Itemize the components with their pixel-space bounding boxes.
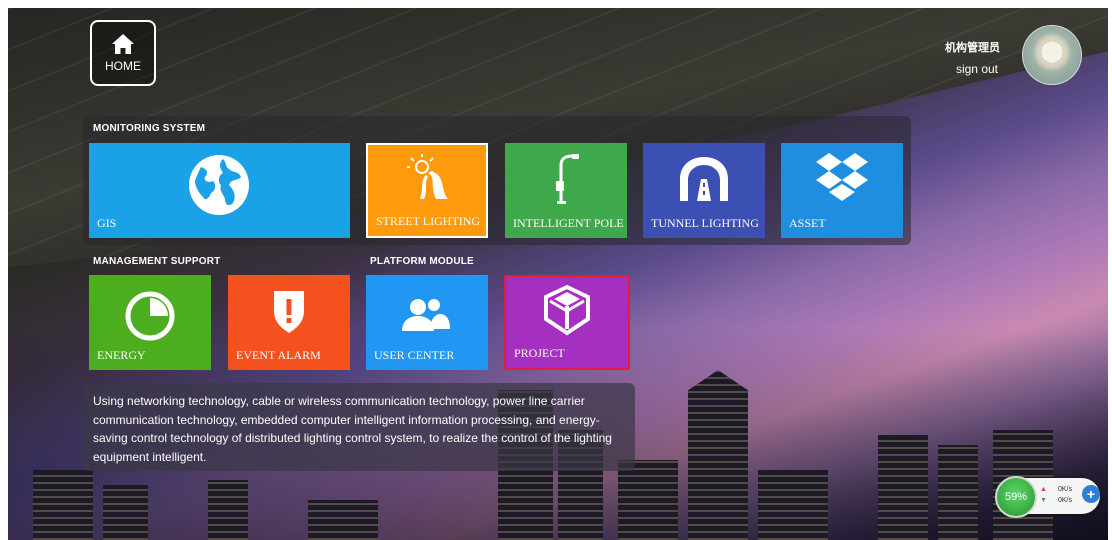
tunnel-icon [680, 157, 728, 201]
globe-icon [189, 155, 249, 215]
upload-arrow-icon: ▲ [1040, 486, 1047, 493]
user-name: 机构管理员 [945, 42, 1000, 54]
tile-project[interactable]: PROJECT [504, 275, 630, 370]
tile-energy[interactable]: ENERGY [89, 275, 211, 370]
avatar[interactable] [1022, 25, 1082, 85]
users-icon [402, 297, 450, 331]
tile-intelligent-pole-label: INTELLIGENT POLE [513, 216, 624, 230]
smart-pole-icon [556, 154, 579, 204]
tile-gis-label: GIS [97, 216, 117, 230]
dropbox-asset-icon [816, 153, 868, 201]
sign-out-link[interactable]: sign out [930, 62, 998, 76]
tile-street-lighting[interactable]: STREET LIGHTING [366, 143, 488, 238]
tile-intelligent-pole[interactable]: INTELLIGENT POLE [505, 143, 627, 238]
download-rate: 0K/s [1058, 497, 1073, 504]
upload-rate: 0K/s [1058, 486, 1073, 493]
house-icon [112, 34, 134, 54]
network-speed-widget[interactable]: 59% ▲ 0K/s ▼ 0K/s + [995, 476, 1100, 518]
street-lamp-road-icon [407, 154, 448, 199]
home-label: HOME [105, 59, 141, 73]
tile-project-label: PROJECT [514, 346, 565, 360]
platform-section-title: PLATFORM MODULE [370, 256, 474, 267]
shield-alert-icon [274, 291, 304, 333]
tile-event-alarm-label: EVENT ALARM [236, 348, 321, 362]
system-description: Using networking technology, cable or wi… [83, 383, 635, 471]
tile-tunnel-lighting[interactable]: TUNNEL LIGHTING [643, 143, 765, 238]
tile-tunnel-lighting-label: TUNNEL LIGHTING [651, 216, 759, 230]
pie-chart-icon [125, 291, 175, 341]
tile-energy-label: ENERGY [97, 348, 146, 362]
memory-percent-ball[interactable]: 59% [995, 476, 1037, 518]
tile-gis[interactable]: GIS [89, 143, 350, 238]
tile-street-lighting-label: STREET LIGHTING [376, 214, 481, 228]
tile-event-alarm[interactable]: EVENT ALARM [228, 275, 350, 370]
plus-icon[interactable]: + [1082, 485, 1100, 503]
download-arrow-icon: ▼ [1040, 497, 1047, 504]
vr-cube-icon [544, 285, 590, 336]
management-section-title: MANAGEMENT SUPPORT [93, 256, 221, 267]
monitoring-section-title: MONITORING SYSTEM [93, 123, 206, 134]
tile-asset[interactable]: ASSET [781, 143, 903, 238]
tile-user-center[interactable]: USER CENTER [366, 275, 488, 370]
tile-asset-label: ASSET [789, 216, 826, 230]
tile-user-center-label: USER CENTER [374, 348, 455, 362]
home-button[interactable]: HOME [90, 20, 156, 86]
